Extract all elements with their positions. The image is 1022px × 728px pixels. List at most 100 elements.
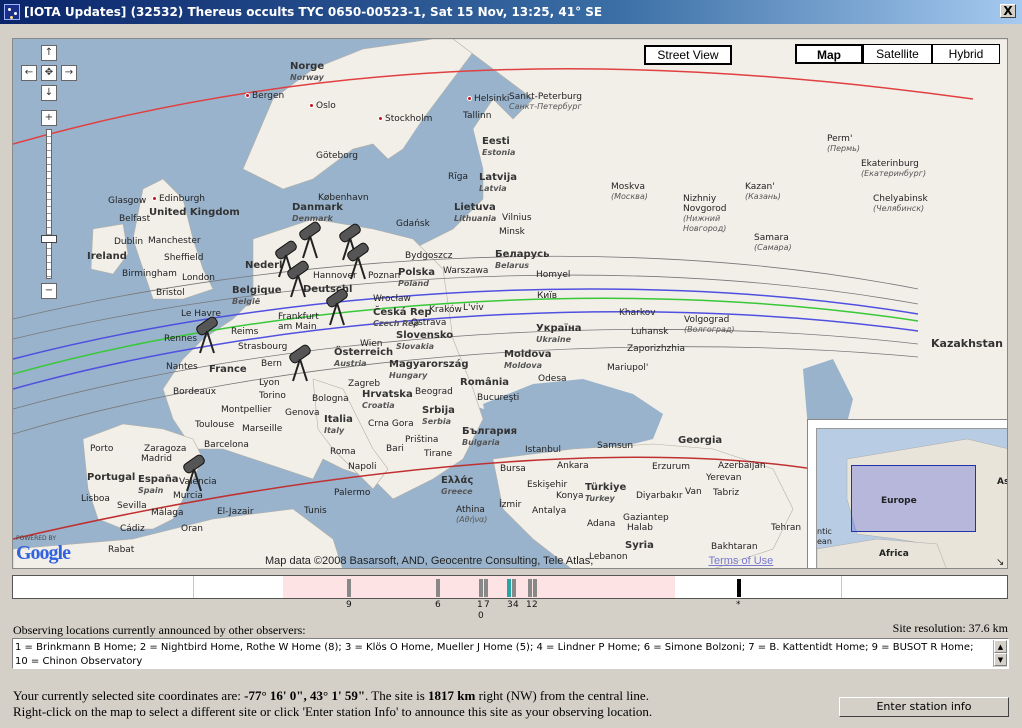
close-button[interactable]: X xyxy=(1000,4,1016,18)
country-label: Syria xyxy=(625,540,654,551)
google-logo-text: Google xyxy=(16,542,71,564)
city-label: London xyxy=(182,273,215,283)
city-label: Bologna xyxy=(312,394,349,404)
timeline-tick xyxy=(533,579,537,597)
country-label: Portugal xyxy=(87,472,136,483)
city-label: Tehran xyxy=(771,523,802,533)
observer-marker-icon[interactable] xyxy=(285,343,315,383)
path-timeline[interactable] xyxy=(12,575,1008,599)
city-label: Edinburgh xyxy=(152,194,205,204)
map-type-satellite-button[interactable]: Satellite xyxy=(863,44,932,64)
observer-marker-icon[interactable] xyxy=(283,259,313,299)
country-label: Kazakhstan xyxy=(931,337,1003,350)
city-label: Ankara xyxy=(557,461,589,471)
observer-marker-icon[interactable] xyxy=(322,287,352,327)
timeline-tick xyxy=(528,579,532,597)
site-info: Your currently selected site coordinates… xyxy=(13,688,652,720)
timeline-label: 1 xyxy=(477,600,483,610)
site-distance: 1817 km xyxy=(428,688,476,703)
country-label: Srbija Serbia xyxy=(422,405,455,426)
city-label: Nantes xyxy=(166,362,198,372)
overview-label-atlantic: ntic xyxy=(817,527,832,536)
pan-right-button[interactable]: → xyxy=(61,65,77,81)
timeline-label: 7 xyxy=(484,600,490,610)
map-type-map-button[interactable]: Map xyxy=(795,44,863,64)
city-label: Rīga xyxy=(448,172,468,182)
city-label: Київ xyxy=(537,291,558,301)
city-label: Madrid xyxy=(141,454,172,464)
city-label: Samsun xyxy=(597,441,634,451)
observers-list[interactable]: 1 = Brinkmann B Home; 2 = Nightbird Home… xyxy=(12,638,1009,669)
city-label: Istanbul xyxy=(525,445,562,455)
observers-scrollbar[interactable]: ▲ ▼ xyxy=(993,640,1007,667)
city-label: Cádiz xyxy=(120,524,145,534)
terms-of-use-link[interactable]: Terms of Use xyxy=(709,555,774,567)
zoom-slider[interactable] xyxy=(46,129,52,279)
timeline-label: 4 xyxy=(513,600,519,610)
zoom-out-button[interactable]: − xyxy=(41,283,57,299)
pan-up-button[interactable]: ↑ xyxy=(41,45,57,61)
scroll-up-button[interactable]: ▲ xyxy=(994,640,1007,653)
overview-label-asia: As xyxy=(997,477,1007,487)
enter-station-info-button[interactable]: Enter station info xyxy=(839,697,1009,717)
timeline-label: 1 xyxy=(526,600,532,610)
map-type-hybrid-button[interactable]: Hybrid xyxy=(932,44,1000,64)
country-label: France xyxy=(209,364,247,375)
scroll-down-button[interactable]: ▼ xyxy=(994,653,1007,666)
country-label: България Bulgaria xyxy=(462,426,518,447)
zoom-in-button[interactable]: + xyxy=(41,110,57,126)
city-label: Bari xyxy=(386,444,404,454)
observer-marker-icon[interactable] xyxy=(343,241,373,281)
city-label: Konya xyxy=(556,491,584,501)
country-label: Slovensko Slovakia xyxy=(396,330,454,351)
city-label: Diyarbakır xyxy=(636,491,683,501)
city-label: Chelyabinsk (Челябинск) xyxy=(873,194,928,213)
overview-map[interactable]: Europe Africa ntic ean As ↘ xyxy=(807,419,1007,568)
country-label: Österreich Austria xyxy=(334,347,394,368)
city-label: Roma xyxy=(330,447,356,457)
city-label: Samara (Самара) xyxy=(754,233,792,252)
city-label: Bydgoszcz xyxy=(405,251,453,261)
city-label: Toulouse xyxy=(195,420,235,430)
city-label: Frankfurt am Main xyxy=(278,312,319,332)
city-label: Málaga xyxy=(151,508,184,518)
city-label: Strasbourg xyxy=(238,342,288,352)
timeline-label: 3 xyxy=(507,600,513,610)
country-label: Беларусь Belarus xyxy=(495,249,550,270)
city-label: El-Jazair xyxy=(217,507,254,517)
country-label: Ελλάς Greece xyxy=(441,475,474,496)
city-label: Kharkov xyxy=(619,308,656,318)
google-logo: POWERED BY Google xyxy=(16,535,71,565)
country-label: Italia Italy xyxy=(324,414,353,435)
city-label: Erzurum xyxy=(652,462,690,472)
country-label: Georgia xyxy=(678,435,723,446)
site-coordinates: -77° 16' 0", 43° 1' 59" xyxy=(244,688,366,703)
observer-marker-icon[interactable] xyxy=(179,453,209,493)
country-label: Norge Norway xyxy=(290,61,325,82)
pan-left-button[interactable]: ← xyxy=(21,65,37,81)
zoom-slider-thumb[interactable] xyxy=(41,235,57,243)
city-label: Gdańsk xyxy=(396,219,430,229)
city-label: Lisboa xyxy=(81,494,110,504)
country-label: Türkiye Turkey xyxy=(585,482,627,503)
map-view[interactable]: Norge Norway United Kingdom Ireland Franc… xyxy=(12,38,1008,569)
city-label: Crna Gora xyxy=(368,419,414,429)
country-label: Belgique België xyxy=(232,285,282,306)
country-label: Moldova Moldova xyxy=(504,349,552,370)
resize-corner-icon[interactable]: ↘ xyxy=(996,557,1004,568)
city-label: Tirane xyxy=(424,449,453,459)
observer-marker-icon[interactable] xyxy=(192,315,222,355)
window-title: [IOTA Updates] (32532) Thereus occults T… xyxy=(24,5,603,19)
pan-down-button[interactable]: ↓ xyxy=(41,85,57,101)
city-label: Napoli xyxy=(348,462,377,472)
city-label: Tallinn xyxy=(463,111,492,121)
city-label: Bristol xyxy=(156,288,185,298)
city-label: Belfast xyxy=(119,214,151,224)
pan-center-button[interactable]: ✥ xyxy=(41,65,57,81)
street-view-button[interactable]: Street View xyxy=(644,45,732,65)
city-label: Antalya xyxy=(532,506,567,516)
city-label: Priština xyxy=(405,435,439,445)
country-label: Lietuva Lithuania xyxy=(454,202,497,223)
city-label: Nizhniy Novgorod (Нижний Новгород) xyxy=(683,194,727,233)
timeline-tick xyxy=(507,579,511,597)
